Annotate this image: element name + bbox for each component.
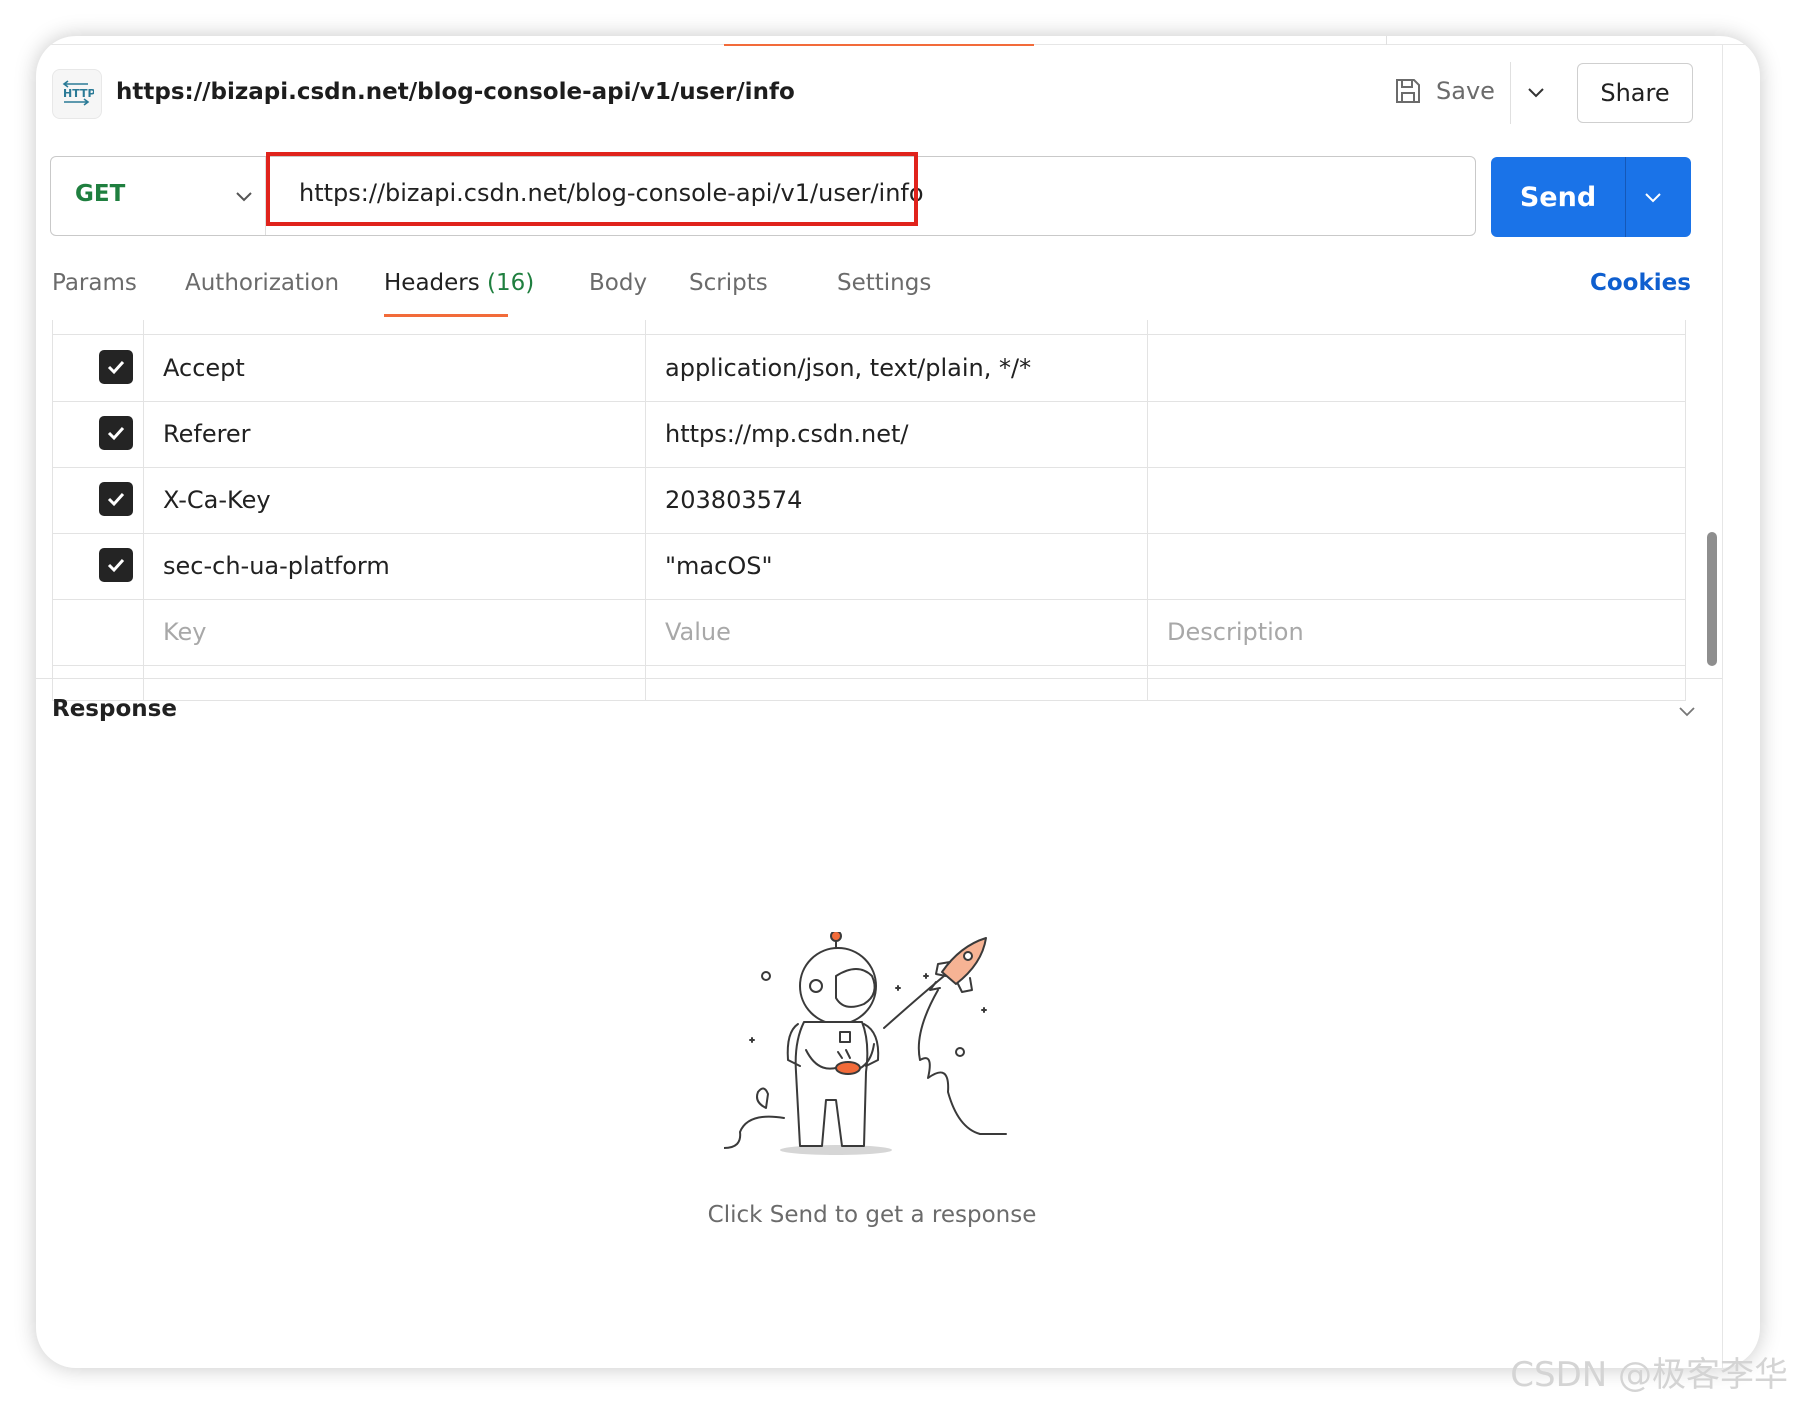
headers-count-badge: (16) bbox=[487, 270, 535, 296]
header-key[interactable]: Accept bbox=[163, 354, 245, 382]
right-panel-divider bbox=[1722, 44, 1723, 1368]
header-key[interactable]: X-Ca-Key bbox=[163, 486, 271, 514]
tab-strip-separator bbox=[1386, 36, 1387, 45]
tab-body[interactable]: Body bbox=[589, 270, 647, 296]
send-separator bbox=[1625, 157, 1626, 237]
empty-response-message: Click Send to get a response bbox=[707, 1202, 1037, 1228]
header-value[interactable]: 203803574 bbox=[665, 486, 802, 514]
http-icon-label: HTTP bbox=[63, 87, 94, 100]
checkmark-icon bbox=[107, 492, 125, 507]
send-button-group: Send bbox=[1491, 157, 1691, 237]
send-button[interactable]: Send bbox=[1491, 157, 1625, 237]
header-key[interactable]: sec-ch-ua-platform bbox=[163, 552, 390, 580]
tab-headers[interactable]: Headers (16) bbox=[384, 270, 534, 296]
value-input[interactable]: Value bbox=[665, 618, 731, 646]
table-row: X-Ca-Key 203803574 bbox=[53, 467, 1685, 534]
row-checkbox[interactable] bbox=[99, 350, 133, 384]
scrollbar-thumb[interactable] bbox=[1707, 532, 1717, 666]
tab-scripts[interactable]: Scripts bbox=[689, 270, 768, 296]
astronaut-rocket-illustration bbox=[723, 930, 1014, 1176]
save-options-button[interactable] bbox=[1524, 80, 1548, 108]
row-checkbox[interactable] bbox=[99, 482, 133, 516]
send-options-button[interactable] bbox=[1641, 185, 1665, 213]
response-title: Response bbox=[52, 696, 177, 722]
key-input[interactable]: Key bbox=[163, 618, 207, 646]
method-chevron-down-icon[interactable] bbox=[233, 185, 255, 211]
http-method-select[interactable]: GET bbox=[75, 181, 125, 207]
url-highlight-annotation bbox=[266, 152, 918, 226]
table-row: Accept application/json, text/plain, */* bbox=[53, 335, 1685, 402]
header-value[interactable]: application/json, text/plain, */* bbox=[665, 354, 1031, 382]
row-checkbox[interactable] bbox=[99, 416, 133, 450]
share-button[interactable]: Share bbox=[1577, 63, 1693, 123]
headers-table: Accept application/json, text/plain, */*… bbox=[52, 320, 1686, 701]
table-row-new: Key Value Description bbox=[53, 599, 1685, 666]
response-collapse-button[interactable] bbox=[1676, 700, 1698, 726]
description-input[interactable]: Description bbox=[1167, 618, 1304, 646]
request-window: HTTP https://bizapi.csdn.net/blog-consol… bbox=[36, 36, 1760, 1368]
checkmark-icon bbox=[107, 360, 125, 375]
table-row: Referer https://mp.csdn.net/ bbox=[53, 401, 1685, 468]
watermark: CSDN @极客李华 bbox=[1510, 1355, 1788, 1395]
active-request-tab-indicator bbox=[724, 44, 1034, 46]
save-separator bbox=[1510, 62, 1511, 124]
header-value[interactable]: https://mp.csdn.net/ bbox=[665, 420, 909, 448]
tab-params[interactable]: Params bbox=[52, 270, 137, 296]
request-title[interactable]: https://bizapi.csdn.net/blog-console-api… bbox=[116, 79, 795, 105]
tab-authorization[interactable]: Authorization bbox=[185, 270, 339, 296]
row-checkbox[interactable] bbox=[99, 548, 133, 582]
header-key[interactable]: Referer bbox=[163, 420, 251, 448]
header-value[interactable]: "macOS" bbox=[665, 552, 772, 580]
chevron-down-icon bbox=[1528, 88, 1544, 98]
checkmark-icon bbox=[107, 558, 125, 573]
http-request-icon: HTTP bbox=[52, 69, 102, 119]
floppy-disk-icon bbox=[1396, 79, 1420, 103]
chevron-down-icon bbox=[1679, 707, 1695, 717]
tab-settings[interactable]: Settings bbox=[837, 270, 931, 296]
chevron-down-icon bbox=[1645, 193, 1661, 203]
save-label: Save bbox=[1436, 77, 1495, 105]
save-button[interactable]: Save bbox=[1394, 77, 1495, 105]
checkmark-icon bbox=[107, 426, 125, 441]
cookies-link[interactable]: Cookies bbox=[1590, 270, 1691, 296]
table-row: sec-ch-ua-platform "macOS" bbox=[53, 533, 1685, 600]
response-divider bbox=[36, 678, 1722, 679]
active-tab-underline bbox=[384, 314, 508, 317]
